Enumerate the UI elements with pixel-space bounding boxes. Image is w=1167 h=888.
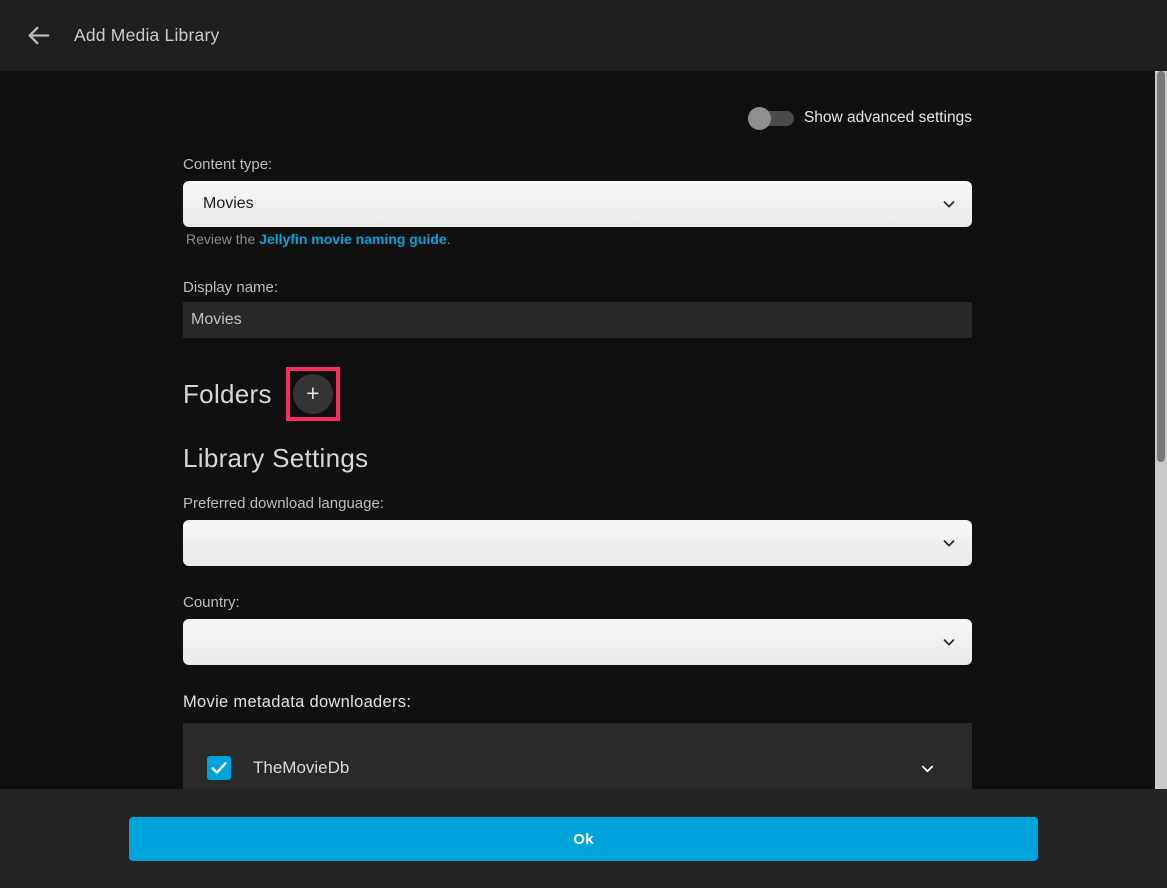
metadata-downloader-card: TheMovieDb [183, 723, 972, 789]
advanced-settings-toggle[interactable] [748, 111, 794, 126]
library-settings-heading: Library Settings [183, 443, 368, 474]
footer: Ok [0, 789, 1167, 888]
helper-suffix: . [447, 231, 451, 247]
scrollbar-thumb[interactable] [1157, 71, 1165, 462]
content-type-label: Content type: [183, 156, 272, 174]
display-name-input[interactable] [183, 302, 972, 338]
preferred-language-select[interactable] [183, 520, 972, 566]
arrow-left-icon [25, 22, 52, 49]
folders-section: Folders + [183, 367, 340, 421]
naming-guide-helper: Review the Jellyfin movie naming guide. [186, 231, 451, 247]
themoviedb-checkbox[interactable] [207, 756, 231, 780]
add-library-form: Show advanced settings Content type: Mov… [183, 71, 972, 789]
advanced-settings-label: Show advanced settings [804, 109, 972, 127]
plus-icon: + [293, 374, 333, 414]
header: Add Media Library [0, 0, 1167, 71]
naming-guide-link[interactable]: Jellyfin movie naming guide [259, 231, 446, 247]
chevron-down-icon [918, 759, 937, 778]
page-title: Add Media Library [74, 25, 219, 46]
checkmark-icon [209, 758, 229, 778]
country-select[interactable] [183, 619, 972, 665]
display-name-label: Display name: [183, 279, 278, 297]
content-type-value: Movies [203, 195, 254, 213]
content-type-select[interactable]: Movies [183, 181, 972, 227]
helper-prefix: Review the [186, 231, 259, 247]
country-label: Country: [183, 594, 240, 612]
form-scroll-area: Show advanced settings Content type: Mov… [0, 71, 1155, 789]
toggle-knob [748, 107, 771, 130]
add-folder-button[interactable]: + [286, 367, 340, 421]
metadata-downloaders-label: Movie metadata downloaders: [183, 693, 411, 711]
themoviedb-label: TheMovieDb [253, 758, 349, 778]
chevron-down-icon [940, 633, 958, 651]
ok-button[interactable]: Ok [129, 817, 1038, 861]
preferred-language-label: Preferred download language: [183, 495, 384, 513]
scrollbar[interactable] [1155, 71, 1167, 789]
expand-downloader-button[interactable] [918, 759, 937, 778]
chevron-down-icon [940, 195, 958, 213]
add-media-library-screen: Add Media Library Show advanced settings… [0, 0, 1167, 888]
folders-heading: Folders [183, 379, 272, 410]
back-button[interactable] [16, 14, 60, 58]
advanced-settings-row: Show advanced settings [748, 104, 972, 132]
chevron-down-icon [940, 534, 958, 552]
